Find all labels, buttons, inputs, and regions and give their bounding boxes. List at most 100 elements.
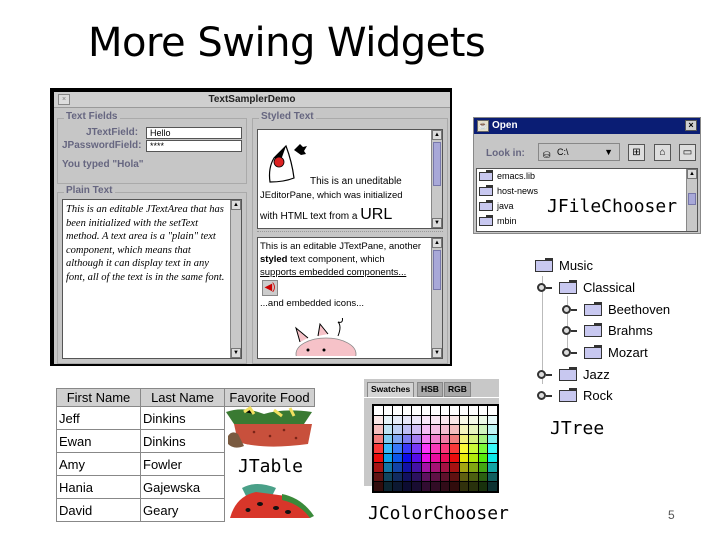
table-cell[interactable]: Jeff — [56, 406, 141, 430]
color-swatch[interactable] — [459, 425, 468, 434]
color-swatch[interactable] — [374, 425, 383, 434]
color-swatch[interactable] — [412, 444, 421, 453]
color-swatch[interactable] — [440, 415, 449, 424]
color-swatch[interactable] — [488, 472, 497, 481]
color-swatch[interactable] — [383, 463, 392, 472]
color-swatch[interactable] — [412, 415, 421, 424]
color-swatch[interactable] — [431, 415, 440, 424]
color-swatch[interactable] — [450, 434, 459, 443]
color-swatch[interactable] — [459, 434, 468, 443]
color-swatch[interactable] — [412, 425, 421, 434]
table-cell[interactable]: Dinkins — [140, 406, 225, 430]
color-swatch[interactable] — [459, 472, 468, 481]
color-swatch[interactable] — [431, 482, 440, 491]
color-swatch[interactable] — [402, 472, 411, 481]
tree-expand-handle-icon[interactable] — [562, 305, 577, 314]
text-pane-scrollbar[interactable]: ▲ ▼ — [431, 238, 442, 358]
color-swatch[interactable] — [374, 406, 383, 415]
color-swatch[interactable] — [421, 463, 430, 472]
jpasswordfield-input[interactable]: **** — [146, 140, 242, 152]
color-swatch[interactable] — [469, 472, 478, 481]
color-swatch[interactable] — [402, 434, 411, 443]
color-swatch[interactable] — [450, 444, 459, 453]
color-swatch[interactable] — [402, 453, 411, 462]
color-swatch[interactable] — [393, 425, 402, 434]
scroll-up-arrow-icon[interactable]: ▲ — [687, 169, 697, 179]
color-swatch[interactable] — [450, 482, 459, 491]
color-swatch[interactable] — [488, 453, 497, 462]
color-swatch[interactable] — [478, 406, 487, 415]
color-swatch[interactable] — [412, 482, 421, 491]
color-swatch[interactable] — [488, 425, 497, 434]
plain-text-area[interactable]: This is an editable JTextArea that has b… — [62, 199, 242, 359]
table-cell[interactable]: Ewan — [56, 429, 141, 453]
up-one-level-button[interactable]: ⊞ — [628, 144, 645, 161]
color-swatch[interactable] — [402, 406, 411, 415]
color-swatch[interactable] — [374, 444, 383, 453]
close-icon[interactable]: × — [685, 120, 697, 131]
color-swatch[interactable] — [412, 406, 421, 415]
color-swatch[interactable] — [393, 444, 402, 453]
color-swatch[interactable] — [402, 463, 411, 472]
color-swatch[interactable] — [478, 463, 487, 472]
color-swatch[interactable] — [383, 444, 392, 453]
color-swatch[interactable] — [374, 434, 383, 443]
color-swatch[interactable] — [478, 482, 487, 491]
color-swatch[interactable] — [469, 444, 478, 453]
file-list-item[interactable]: emacs.lib — [479, 169, 535, 183]
color-swatch[interactable] — [450, 425, 459, 434]
color-swatch[interactable] — [383, 472, 392, 481]
scroll-thumb[interactable] — [688, 193, 696, 205]
table-cell[interactable]: Geary — [140, 498, 225, 522]
color-swatch[interactable] — [431, 406, 440, 415]
tree-node-root[interactable]: Music — [535, 258, 593, 274]
color-swatch[interactable] — [421, 444, 430, 453]
speaker-button[interactable]: ◀) — [262, 280, 278, 296]
color-swatch[interactable] — [374, 472, 383, 481]
tree-node[interactable]: Mozart — [562, 345, 648, 361]
color-swatch[interactable] — [374, 453, 383, 462]
tab-rgb[interactable]: RGB — [444, 382, 471, 397]
color-swatch[interactable] — [440, 463, 449, 472]
color-swatch[interactable] — [421, 472, 430, 481]
editor-pane-scrollbar[interactable]: ▲ ▼ — [431, 130, 442, 228]
color-swatch[interactable] — [374, 482, 383, 491]
color-swatch[interactable] — [450, 463, 459, 472]
color-swatch[interactable] — [469, 406, 478, 415]
file-list-item[interactable]: java — [479, 199, 514, 213]
scroll-up-arrow-icon[interactable]: ▲ — [432, 238, 442, 248]
scroll-down-arrow-icon[interactable]: ▼ — [432, 218, 442, 228]
column-header-last-name[interactable]: Last Name — [140, 388, 225, 407]
color-swatch[interactable] — [402, 415, 411, 424]
scroll-thumb[interactable] — [433, 142, 441, 186]
color-swatch[interactable] — [459, 453, 468, 462]
color-swatch[interactable] — [450, 415, 459, 424]
jtextfield-input[interactable]: Hello — [146, 127, 242, 139]
scroll-down-arrow-icon[interactable]: ▼ — [231, 348, 241, 358]
color-swatch[interactable] — [393, 453, 402, 462]
color-swatch[interactable] — [393, 415, 402, 424]
color-swatch[interactable] — [421, 434, 430, 443]
color-swatch[interactable] — [478, 444, 487, 453]
column-header-favorite-food[interactable]: Favorite Food — [224, 388, 315, 407]
table-cell[interactable]: Amy — [56, 452, 141, 476]
tree-node[interactable]: Brahms — [562, 323, 653, 339]
color-swatch[interactable] — [488, 415, 497, 424]
column-header-first-name[interactable]: First Name — [56, 388, 141, 407]
color-swatch[interactable] — [488, 444, 497, 453]
color-swatch[interactable] — [440, 453, 449, 462]
color-swatch[interactable] — [402, 482, 411, 491]
swatch-grid[interactable] — [372, 404, 499, 493]
look-in-combobox[interactable]: ⛁ C:\ ▼ — [538, 143, 620, 161]
tree-expand-handle-icon[interactable] — [562, 348, 577, 357]
home-button[interactable]: ⌂ — [654, 144, 671, 161]
color-swatch[interactable] — [421, 406, 430, 415]
color-swatch[interactable] — [412, 472, 421, 481]
color-swatch[interactable] — [440, 425, 449, 434]
plain-text-scrollbar[interactable]: ▲ ▼ — [230, 200, 241, 358]
color-swatch[interactable] — [421, 425, 430, 434]
scroll-down-arrow-icon[interactable]: ▼ — [432, 348, 442, 358]
split-pane-divider[interactable] — [257, 231, 443, 234]
color-swatch[interactable] — [393, 406, 402, 415]
color-swatch[interactable] — [440, 472, 449, 481]
